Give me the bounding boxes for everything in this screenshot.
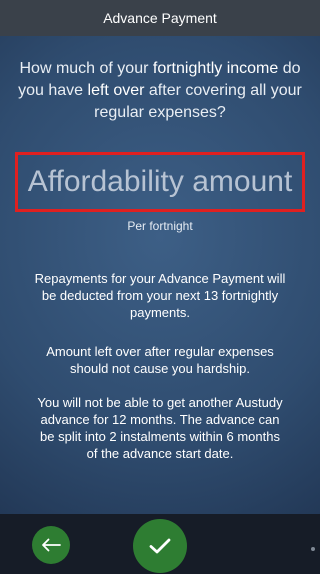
bottom-action-bar — [0, 514, 320, 574]
affordability-amount-input[interactable] — [15, 152, 305, 212]
question-line-3: regular expenses? — [94, 104, 226, 121]
title-bar: Advance Payment — [0, 0, 320, 36]
overflow-dot — [311, 547, 315, 551]
checkmark-icon — [149, 538, 171, 554]
question-text: How much of your fortnightly income do y… — [0, 58, 320, 124]
info-repayments: Repayments for your Advance Payment will… — [18, 270, 302, 321]
main-content: How much of your fortnightly income do y… — [0, 36, 320, 514]
question-highlight-left-over: left over — [87, 82, 145, 99]
info-advance-limit: You will not be able to get another Aust… — [18, 394, 302, 462]
question-highlight-fortnightly-income: fortnightly income — [152, 60, 279, 77]
info-hardship: Amount left over after regular expenses … — [18, 343, 302, 377]
info-line: should not cause you hardship. — [70, 361, 250, 376]
question-line-1: How much of your fortnightly income do — [0, 58, 320, 80]
arrow-left-icon — [42, 538, 61, 552]
per-fortnight-label: Per fortnight — [127, 219, 193, 233]
page-title: Advance Payment — [103, 10, 217, 26]
info-line: Amount left over after regular expenses — [46, 344, 274, 359]
question-line-2: you have left over after covering all yo… — [0, 80, 320, 102]
info-line: payments. — [130, 305, 190, 320]
confirm-button[interactable] — [133, 519, 187, 573]
info-line: Repayments for your Advance Payment will — [34, 271, 286, 286]
question-text-segment: after covering all your — [144, 82, 302, 99]
info-line: be split into 2 instalments within 6 mon… — [40, 429, 280, 444]
info-line: You will not be able to get another Aust… — [37, 395, 283, 410]
info-line: advance for 12 months. The advance can — [40, 412, 280, 427]
question-text-segment: How much of your — [19, 60, 153, 77]
info-line: of the advance start date. — [86, 446, 234, 461]
back-button[interactable] — [32, 526, 70, 564]
info-line: be deducted from your next 13 fortnightl… — [41, 288, 279, 303]
question-text-segment: you have — [18, 82, 88, 99]
question-text-segment: do — [278, 60, 301, 77]
